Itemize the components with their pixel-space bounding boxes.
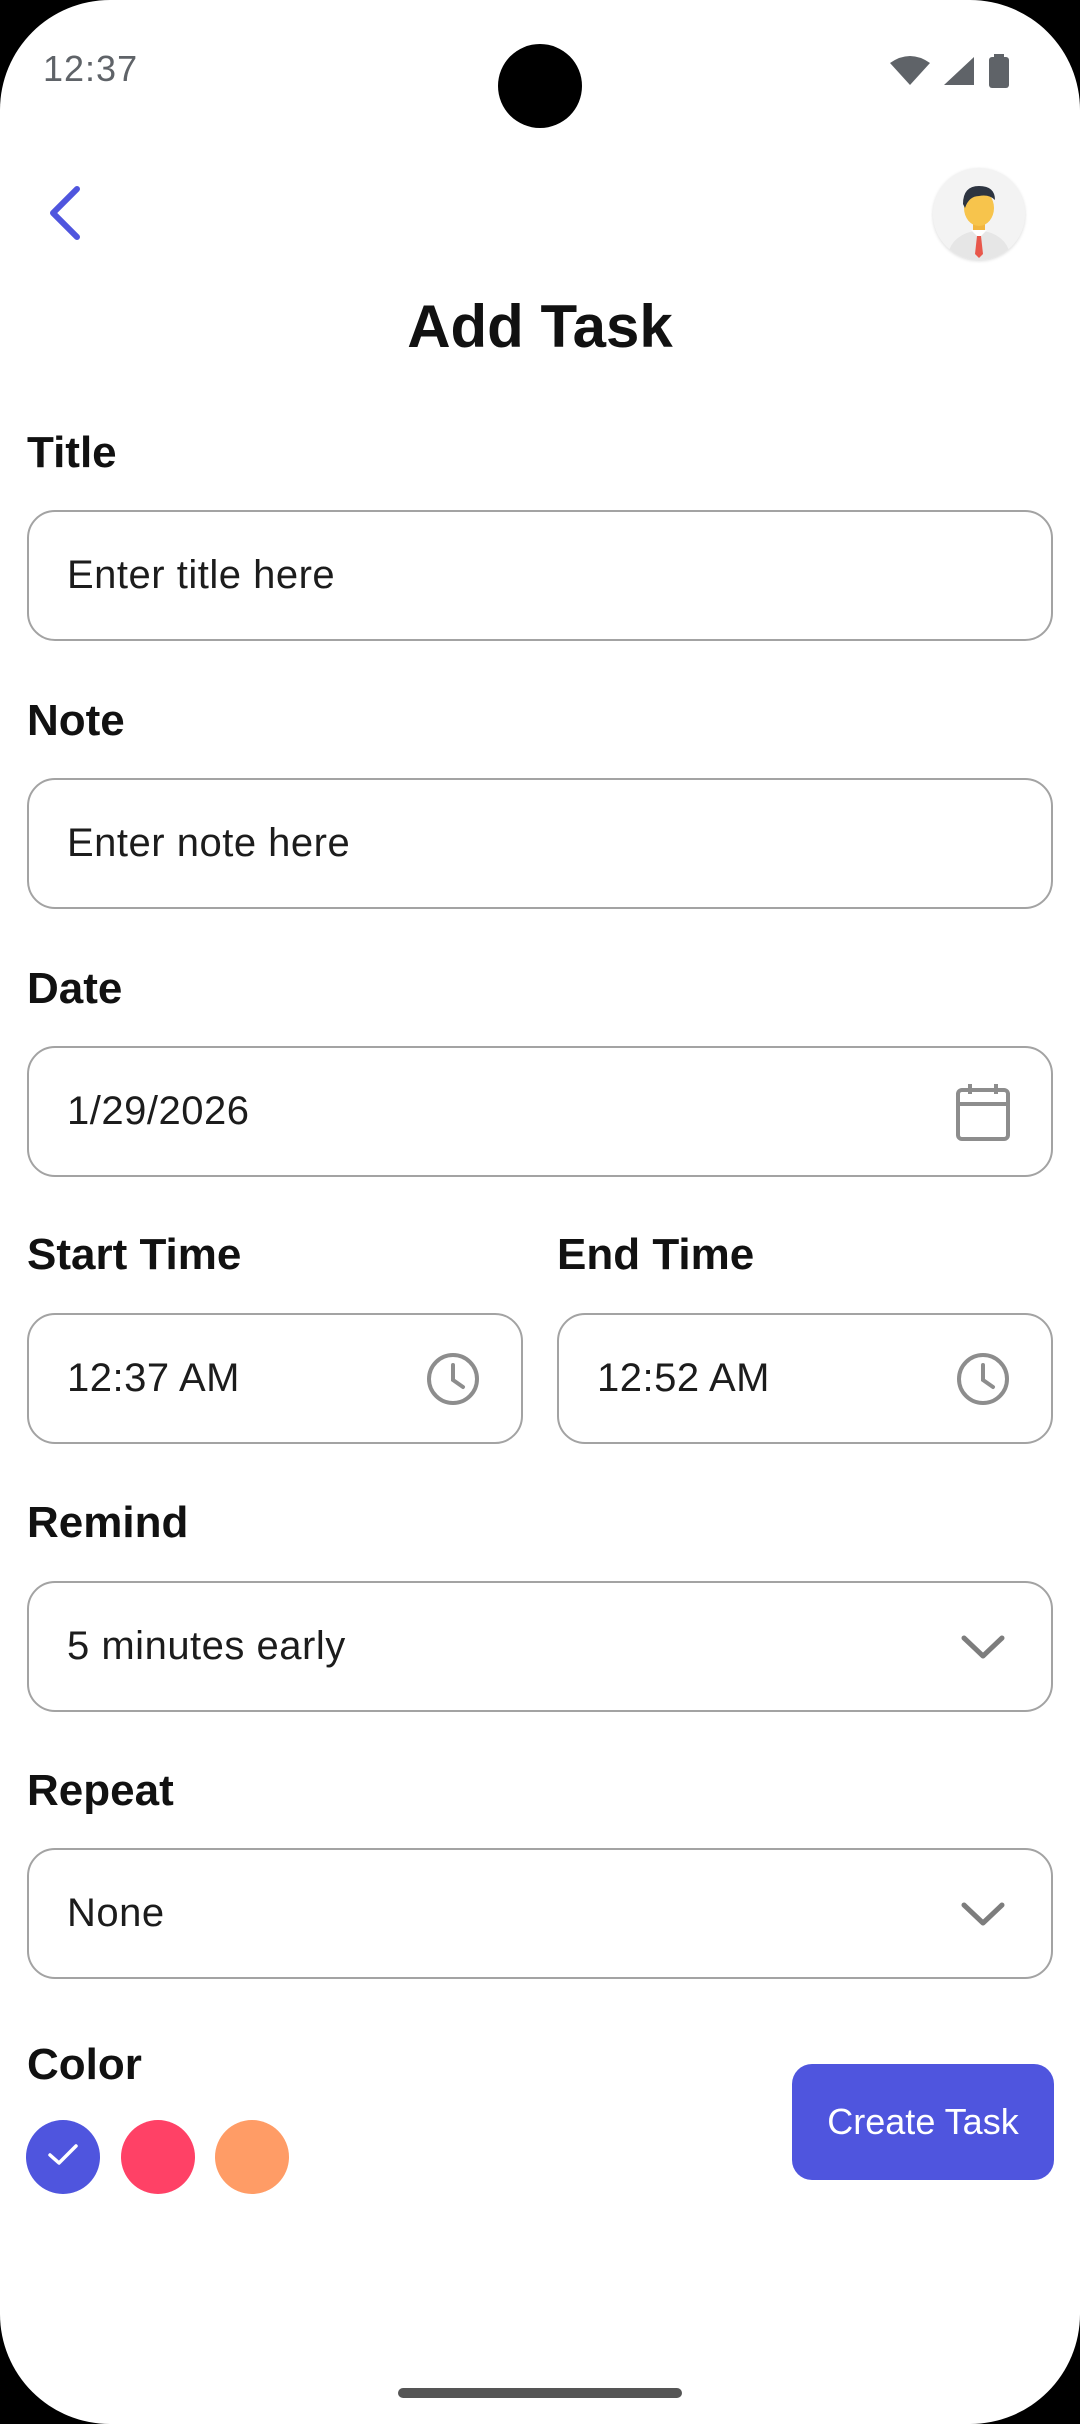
- page-title: Add Task: [407, 293, 673, 360]
- clock-icon[interactable]: [423, 1349, 483, 1409]
- repeat-label: Repeat: [27, 1766, 174, 1815]
- date-field[interactable]: 1/29/2026: [27, 1046, 1053, 1177]
- start-time-label: Start Time: [27, 1230, 242, 1279]
- date-label: Date: [27, 964, 123, 1013]
- color-swatch-blue[interactable]: [26, 2120, 100, 2194]
- wifi-icon: [890, 55, 930, 92]
- title-field[interactable]: Enter title here: [27, 510, 1053, 641]
- clock-icon[interactable]: [953, 1349, 1013, 1409]
- status-time: 12:37: [43, 48, 139, 89]
- status-icons: [890, 54, 1010, 93]
- title-placeholder: Enter title here: [67, 553, 336, 597]
- title-label: Title: [27, 428, 117, 477]
- color-swatch-pink[interactable]: [121, 2120, 195, 2194]
- user-avatar[interactable]: [933, 168, 1025, 260]
- home-indicator[interactable]: [398, 2388, 682, 2398]
- end-time-field[interactable]: 12:52 AM: [557, 1313, 1053, 1444]
- chevron-down-icon[interactable]: [953, 1884, 1013, 1944]
- color-label: Color: [27, 2040, 142, 2089]
- screen: 12:37 Add Task Title Enter title here No…: [0, 0, 1080, 2424]
- remind-dropdown[interactable]: 5 minutes early: [27, 1581, 1053, 1712]
- note-placeholder: Enter note here: [67, 821, 351, 865]
- repeat-value: None: [67, 1891, 165, 1935]
- battery-icon: [988, 54, 1010, 93]
- back-button[interactable]: [28, 178, 102, 252]
- end-time-label: End Time: [557, 1230, 755, 1279]
- calendar-icon[interactable]: [953, 1082, 1013, 1142]
- start-time-field[interactable]: 12:37 AM: [27, 1313, 523, 1444]
- note-label: Note: [27, 696, 125, 745]
- end-time-value: 12:52 AM: [597, 1356, 771, 1400]
- chevron-left-icon: [43, 184, 87, 247]
- color-swatch-orange[interactable]: [215, 2120, 289, 2194]
- note-field[interactable]: Enter note here: [27, 778, 1053, 909]
- check-icon: [47, 2142, 79, 2173]
- start-time-value: 12:37 AM: [67, 1356, 241, 1400]
- date-value: 1/29/2026: [67, 1089, 250, 1133]
- camera-cutout: [498, 44, 582, 128]
- remind-value: 5 minutes early: [67, 1624, 346, 1668]
- remind-label: Remind: [27, 1498, 189, 1547]
- signal-icon: [942, 55, 976, 92]
- chevron-down-icon[interactable]: [953, 1617, 1013, 1677]
- create-task-button[interactable]: Create Task: [792, 2064, 1054, 2180]
- repeat-dropdown[interactable]: None: [27, 1848, 1053, 1979]
